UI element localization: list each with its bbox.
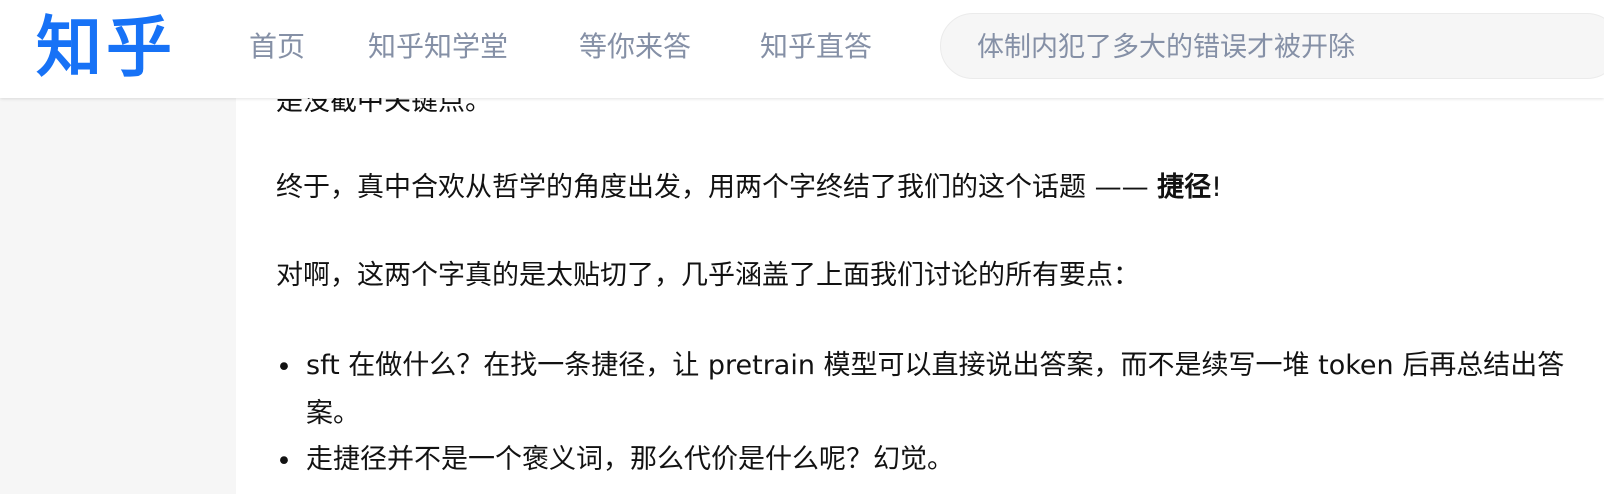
bullet-dot-icon: • <box>276 352 292 383</box>
nav-waiting-answers[interactable]: 等你来答 <box>579 24 691 70</box>
paragraph-conclusion: 终于，真中合欢从哲学的角度出发，用两个字终结了我们的这个话题 —— 捷径! <box>276 170 1222 206</box>
paragraph-end: ! <box>1211 172 1222 203</box>
nav-home[interactable]: 首页 <box>249 24 305 70</box>
zhihu-logo[interactable]: 知乎 <box>36 6 176 90</box>
search-input[interactable] <box>975 14 1599 80</box>
paragraph-summary: 对啊，这两个字真的是太贴切了，几乎涵盖了上面我们讨论的所有要点： <box>276 260 1140 291</box>
top-navbar: 知乎 首页 知乎知学堂 等你来答 知乎直答 <box>0 0 1604 98</box>
list-item: 走捷径并不是一个褒义词，那么代价是什么呢？幻觉。 <box>306 444 954 475</box>
nav-zhixuetang[interactable]: 知乎知学堂 <box>368 24 508 70</box>
list-item: sft 在做什么？在找一条捷径，让 pretrain 模型可以直接说出答案，而不… <box>306 350 1565 429</box>
bullet-dot-icon: • <box>276 446 292 477</box>
bold-keyword: 捷径 <box>1157 172 1212 203</box>
search-bar[interactable] <box>940 13 1604 80</box>
nav-zhida[interactable]: 知乎直答 <box>760 24 872 70</box>
paragraph-text: 终于，真中合欢从哲学的角度出发，用两个字终结了我们的这个话题 —— <box>276 172 1158 203</box>
